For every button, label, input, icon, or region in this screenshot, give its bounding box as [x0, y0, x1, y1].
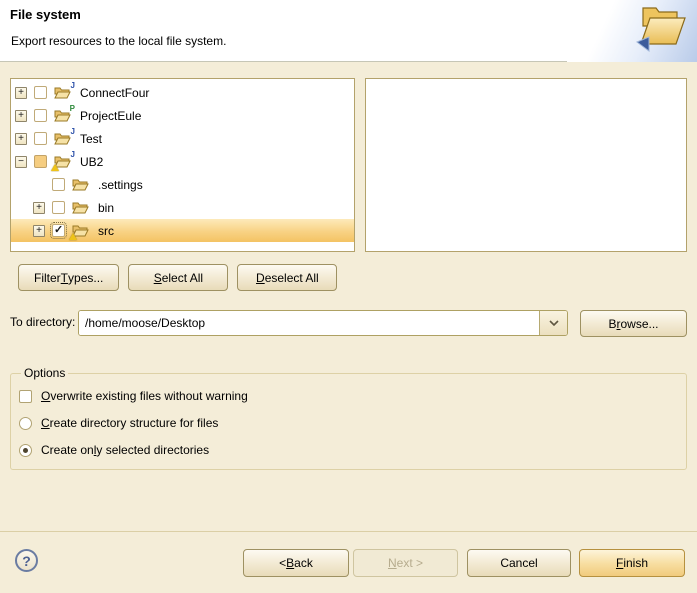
next-button-disabled[interactable]: Next > — [353, 549, 458, 577]
plugin-badge: P — [70, 104, 75, 113]
finish-button[interactable]: Finish — [579, 549, 685, 577]
option-create-structure[interactable]: Create directory structure for files — [19, 413, 686, 433]
checkbox-src-checked[interactable] — [52, 224, 65, 237]
checkbox-projecteule[interactable] — [34, 109, 47, 122]
java-project-folder-icon: J — [54, 131, 71, 146]
directory-input[interactable] — [79, 311, 539, 335]
java-badge: J — [71, 127, 75, 136]
directory-combo — [78, 310, 568, 336]
tree-item-label: .settings — [95, 178, 146, 192]
option-label: Create only selected directories — [41, 443, 209, 457]
warning-badge-icon — [51, 164, 59, 171]
back-button[interactable]: < Back — [243, 549, 349, 577]
help-button[interactable]: ? — [15, 549, 38, 572]
question-mark-icon: ? — [22, 553, 31, 569]
option-overwrite[interactable]: Overwrite existing files without warning — [19, 386, 686, 406]
tree-row-settings[interactable]: .settings — [11, 173, 354, 196]
file-list-panel[interactable] — [365, 78, 687, 252]
page-title: File system — [10, 7, 81, 22]
create-selected-radio-checked[interactable] — [19, 444, 32, 457]
create-structure-radio[interactable] — [19, 417, 32, 430]
java-badge: J — [71, 150, 75, 159]
to-directory-label: To directory: — [10, 315, 75, 329]
browse-button[interactable]: Browse... — [580, 310, 687, 337]
tree-row-bin[interactable]: + bin — [11, 196, 354, 219]
expand-toggle-icon[interactable]: + — [15, 133, 27, 145]
java-project-folder-icon: J — [54, 85, 71, 100]
folder-icon — [72, 200, 89, 215]
expand-toggle-icon[interactable]: + — [15, 87, 27, 99]
option-label: Overwrite existing files without warning — [41, 389, 248, 403]
overwrite-checkbox[interactable] — [19, 390, 32, 403]
resource-tree[interactable]: + J ConnectFour + P ProjectEule + J Test… — [10, 78, 355, 252]
java-project-folder-warning-icon: J — [54, 154, 71, 169]
options-group: Options Overwrite existing files without… — [10, 366, 687, 470]
checkbox-settings[interactable] — [52, 178, 65, 191]
tree-item-label: bin — [95, 201, 117, 215]
collapse-toggle-icon[interactable]: − — [15, 156, 27, 168]
tree-row-src-selected[interactable]: + src — [11, 219, 354, 242]
export-folder-icon — [635, 4, 687, 56]
tree-row-ub2[interactable]: − J UB2 — [11, 150, 354, 173]
folder-warning-icon — [72, 223, 89, 238]
plugin-project-folder-icon: P — [54, 108, 71, 123]
tree-item-label: UB2 — [77, 155, 106, 169]
cancel-button[interactable]: Cancel — [467, 549, 571, 577]
tree-item-label: ProjectEule — [77, 109, 144, 123]
selection-button-bar: Filter Types... Select All Deselect All — [18, 264, 346, 291]
checkbox-connectfour[interactable] — [34, 86, 47, 99]
page-description: Export resources to the local file syste… — [11, 34, 226, 48]
expand-toggle-icon[interactable]: + — [33, 202, 45, 214]
tree-row-test[interactable]: + J Test — [11, 127, 354, 150]
checkbox-test[interactable] — [34, 132, 47, 145]
tree-row-projecteule[interactable]: + P ProjectEule — [11, 104, 354, 127]
expand-toggle-icon[interactable]: + — [33, 225, 45, 237]
filter-types-button[interactable]: Filter Types... — [18, 264, 119, 291]
tree-item-label: Test — [77, 132, 105, 146]
combo-dropdown-button[interactable] — [539, 311, 567, 335]
select-all-button[interactable]: Select All — [128, 264, 228, 291]
chevron-down-icon — [549, 320, 559, 326]
warning-badge-icon — [69, 233, 77, 240]
tree-item-label: src — [95, 224, 117, 238]
tree-item-label: ConnectFour — [77, 86, 152, 100]
deselect-all-button[interactable]: Deselect All — [237, 264, 337, 291]
checkbox-bin[interactable] — [52, 201, 65, 214]
folder-icon — [72, 177, 89, 192]
expand-toggle-icon[interactable]: + — [15, 110, 27, 122]
option-create-selected[interactable]: Create only selected directories — [19, 440, 686, 460]
tree-row-connectfour[interactable]: + J ConnectFour — [11, 81, 354, 104]
option-label: Create directory structure for files — [41, 416, 218, 430]
checkbox-ub2-partial[interactable] — [34, 155, 47, 168]
options-legend: Options — [21, 366, 68, 380]
footer-separator — [0, 531, 697, 532]
wizard-header: File system Export resources to the loca… — [0, 0, 697, 62]
java-badge: J — [71, 81, 75, 90]
